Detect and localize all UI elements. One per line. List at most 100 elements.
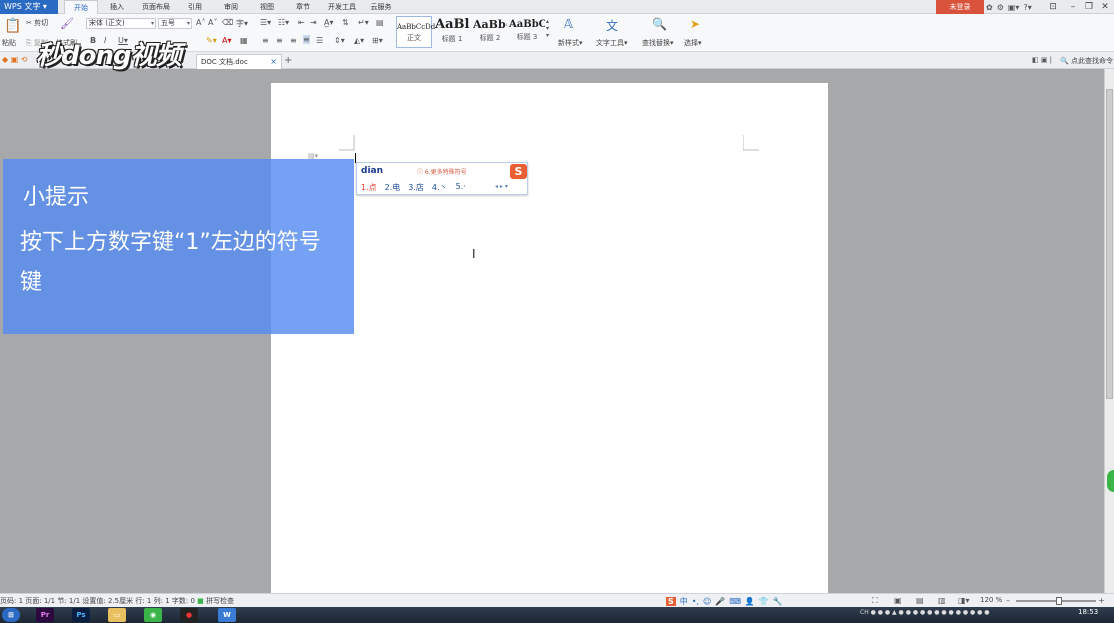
find-replace-icon[interactable]: 🔍 (652, 17, 667, 31)
text-direction-icon[interactable]: A̲▾ (324, 18, 334, 27)
phonetic-icon[interactable]: 字▾ (236, 18, 248, 29)
style-heading-1[interactable]: AaBl 标题 1 (434, 16, 470, 48)
wps-menu-button[interactable]: WPS 文字 ▾ (0, 0, 58, 14)
shading-icon[interactable]: ◭▾ (354, 36, 364, 45)
scrollbar-thumb[interactable] (1106, 89, 1113, 399)
tab-home[interactable]: 开始 (64, 0, 98, 14)
voice-icon[interactable]: 🎤 (715, 597, 725, 606)
zoom-slider-knob[interactable] (1056, 597, 1062, 605)
grow-font-icon[interactable]: A˄ (196, 18, 205, 27)
clear-format-icon[interactable]: ⌫ (222, 18, 233, 27)
shrink-font-icon[interactable]: A˅ (208, 18, 217, 27)
document-page[interactable] (271, 83, 828, 603)
new-tab-icon[interactable]: + (284, 55, 292, 66)
line-spacing-icon[interactable]: ⇕▾ (334, 36, 345, 45)
wps-taskbar-icon[interactable]: W (218, 608, 236, 622)
layout-icon[interactable]: ◨▾ (958, 596, 970, 605)
restore-ribbon-icon[interactable]: ⊡ (1044, 0, 1062, 14)
paste-button[interactable]: 粘贴 (2, 38, 16, 48)
sort-icon[interactable]: ⇅ (342, 18, 349, 27)
settings-icon[interactable]: ⚙ (997, 3, 1004, 12)
new-style-icon[interactable]: 𝔸 (564, 17, 573, 31)
distribute-icon[interactable]: ☰ (316, 36, 323, 45)
ime-candidate[interactable]: 4.丶 (432, 182, 448, 193)
vertical-scrollbar[interactable] (1104, 69, 1114, 593)
system-tray-icons[interactable]: CH ● ● ● ▲ ● ● ● ● ● ● ● ● ● ● ● ● ● (860, 609, 990, 616)
folder-icon[interactable]: ▭ (108, 608, 126, 622)
zoom-in-icon[interactable]: + (1098, 596, 1105, 605)
skin-icon[interactable]: ✿ (986, 3, 993, 12)
fullscreen-icon[interactable]: ⛶ (872, 596, 878, 606)
share-icon[interactable]: ▣▾ (1008, 3, 1020, 12)
tab-view[interactable]: 视图 (254, 0, 280, 14)
ime-candidate[interactable]: 5.· (456, 182, 466, 193)
ime-page-arrows-icon[interactable]: ◂ ▸ ▾ (495, 183, 508, 190)
outline-view-icon[interactable]: ▤ (916, 596, 924, 605)
ime-candidate[interactable]: 1.点 (361, 182, 377, 193)
web-view-icon[interactable]: ▥ (938, 596, 946, 605)
font-color-icon[interactable]: A▾ (222, 36, 232, 45)
tab-review[interactable]: 审阅 (218, 0, 244, 14)
document-tab[interactable]: DOC 文档.doc × (196, 54, 282, 69)
floating-assistant-icon[interactable] (1107, 470, 1114, 492)
ime-candidate[interactable]: 2.电 (385, 182, 401, 193)
format-painter-icon[interactable]: 🖌 (60, 17, 74, 30)
close-icon[interactable]: ✕ (1096, 0, 1114, 14)
cut-button[interactable]: ✂ 剪切 (26, 18, 48, 28)
ime-more-symbols[interactable]: ⓘ 6.更多特殊符号 (417, 167, 467, 176)
align-left-icon[interactable]: ≡ (262, 36, 269, 45)
search-command[interactable]: 🔍 点此查找命令 (1060, 56, 1113, 66)
photoshop-icon[interactable]: Ps (72, 608, 90, 622)
user-icon[interactable]: 👤 (745, 597, 755, 606)
justify-icon[interactable]: ≡ (303, 35, 310, 44)
increase-indent-icon[interactable]: ⇥ (310, 18, 317, 27)
font-size-select[interactable]: 五号 (158, 18, 192, 29)
ime-candidate[interactable]: 3.店 (408, 182, 424, 193)
text-tools-icon[interactable]: 文 (606, 17, 618, 34)
recorder-icon[interactable]: ● (180, 608, 198, 622)
align-right-icon[interactable]: ≡ (290, 36, 297, 45)
select-button[interactable]: 选择▾ (684, 38, 702, 48)
table-icon[interactable]: ▤ (376, 18, 384, 27)
chinese-mode-icon[interactable]: 中 (680, 596, 688, 607)
highlight-icon[interactable]: ✎▾ (206, 36, 217, 45)
paste-icon[interactable]: 📋 (4, 18, 21, 34)
new-style-button[interactable]: 新样式▾ (558, 38, 583, 48)
premiere-icon[interactable]: Pr (36, 608, 54, 622)
show-marks-icon[interactable]: ↵▾ (358, 18, 369, 27)
decrease-indent-icon[interactable]: ⇤ (298, 18, 305, 27)
emoji-icon[interactable]: ☺ (703, 597, 711, 606)
page-view-icon[interactable]: ▣ (894, 596, 902, 605)
style-normal[interactable]: AaBbCcDd 正文 (396, 16, 435, 48)
keyboard-icon[interactable]: ⌨ (729, 597, 741, 606)
quick-access-icon[interactable]: ◆ ▣ ⟲ (2, 55, 28, 64)
tab-chapter[interactable]: 章节 (290, 0, 316, 14)
close-tab-icon[interactable]: × (270, 55, 277, 69)
punctuation-icon[interactable]: •, (692, 597, 699, 606)
tab-cloud[interactable]: 云服务 (366, 0, 396, 14)
tab-page-layout[interactable]: 页面布局 (138, 0, 174, 14)
text-tools-button[interactable]: 文字工具▾ (596, 38, 628, 48)
tab-developer[interactable]: 开发工具 (324, 0, 360, 14)
wechat-icon[interactable]: ◉ (144, 608, 162, 622)
start-button-icon[interactable]: ⊞ (2, 608, 20, 622)
spell-check-label[interactable]: 拼写检查 (206, 597, 234, 605)
styles-scroll-icon[interactable]: ▴ ▾ ▾ (546, 18, 549, 39)
tab-insert[interactable]: 插入 (104, 0, 130, 14)
select-icon[interactable]: ➤ (690, 17, 700, 31)
style-heading-2[interactable]: AaBb( 标题 2 (472, 16, 508, 48)
font-name-select[interactable]: 宋体 (正文) (86, 18, 156, 29)
char-shading-icon[interactable]: ▦ (240, 36, 248, 45)
bullets-icon[interactable]: ☰▾ (260, 18, 271, 27)
tools-icon[interactable]: 🔧 (773, 597, 783, 606)
borders-icon[interactable]: ⊞▾ (372, 36, 383, 45)
help-icon[interactable]: ?▾ (1023, 3, 1031, 12)
style-heading-3[interactable]: AaBbC 标题 3 (508, 16, 546, 48)
align-center-icon[interactable]: ≡ (276, 36, 283, 45)
tab-references[interactable]: 引用 (182, 0, 208, 14)
find-replace-button[interactable]: 查找替换▾ (642, 38, 674, 48)
ime-status-bar[interactable]: S 中 •, ☺ 🎤 ⌨ 👤 👕 🔧 (666, 594, 783, 608)
panel-icons[interactable]: ◧ ▣ | (1032, 56, 1052, 64)
numbering-icon[interactable]: ☷▾ (278, 18, 289, 27)
login-button[interactable]: 未登录 (936, 0, 984, 14)
